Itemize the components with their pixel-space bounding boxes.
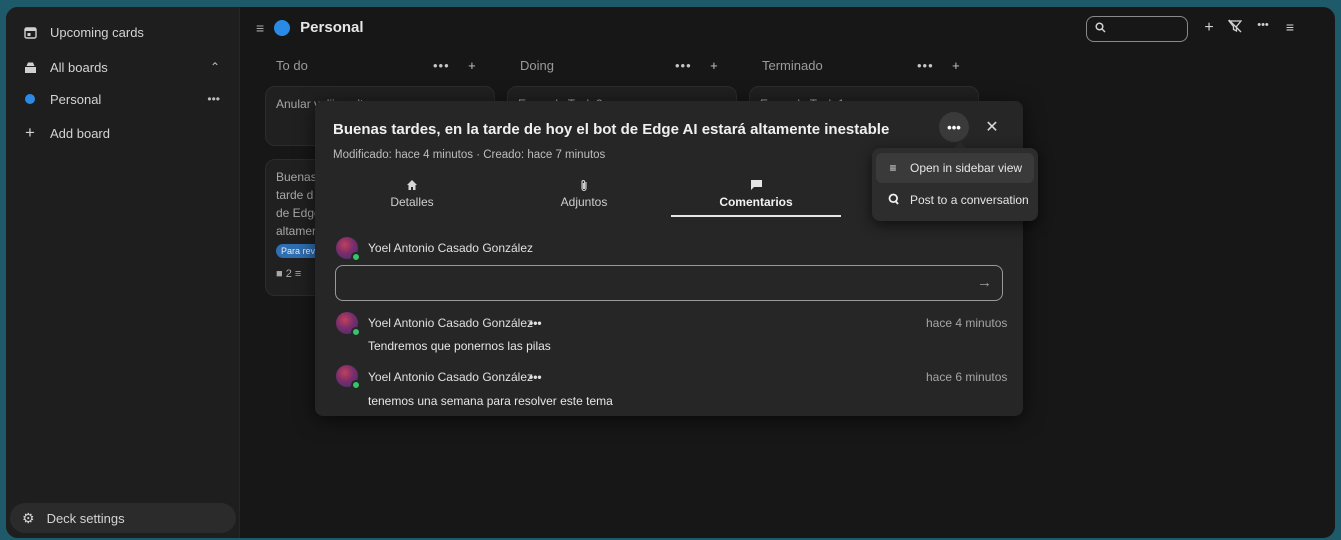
tab-label: Comentarios	[719, 195, 793, 209]
tab-comentarios[interactable]: Comentarios	[671, 175, 841, 217]
modal-subtitle: Modificado: hace 4 minutos · Creado: hac…	[333, 149, 606, 161]
send-arrow-icon[interactable]: →	[977, 274, 992, 291]
sidebar-item-label: Add board	[50, 125, 110, 141]
sidebar-item-label: All boards	[50, 59, 108, 75]
column-title[interactable]: Doing	[520, 58, 554, 73]
sidebar-item-personal[interactable]: Personal •••	[12, 84, 234, 114]
comment-more-icon[interactable]: •••	[529, 316, 542, 330]
paperclip-icon	[499, 175, 669, 195]
comment-time: hace 6 minutos	[926, 370, 1008, 384]
gear-icon: ⚙	[22, 509, 35, 526]
chevron-up-icon[interactable]: ⌃	[210, 60, 220, 74]
comment-input[interactable]	[336, 266, 966, 300]
board-more-icon[interactable]: •••	[1253, 19, 1273, 31]
modal-more-button[interactable]: •••	[939, 112, 969, 142]
comment-time: hace 4 minutos	[926, 316, 1008, 330]
menu-item-label: Post to a conversation	[910, 193, 1029, 207]
sidebar-item-label: Upcoming cards	[50, 24, 144, 40]
description-icon: ≡	[294, 268, 302, 280]
comment-text: tenemos una semana para resolver este te…	[368, 394, 613, 408]
page-title: Personal	[300, 19, 364, 36]
sidebar-view-icon: ≡	[889, 161, 897, 175]
deck-app: Upcoming cards All boards ⌃ Personal •••…	[6, 7, 1335, 538]
tab-label: Adjuntos	[560, 195, 608, 209]
calendar-icon	[22, 24, 38, 40]
deck-settings-label: Deck settings	[46, 510, 125, 526]
sidebar-item-all-boards[interactable]: All boards ⌃	[12, 52, 234, 82]
close-icon[interactable]: ✕	[977, 112, 1007, 142]
status-online-icon	[351, 327, 361, 337]
avatar[interactable]	[336, 237, 361, 262]
status-online-icon	[351, 380, 361, 390]
sidebar-item-upcoming[interactable]: Upcoming cards	[12, 17, 234, 47]
column-actions[interactable]: ••• +	[917, 58, 961, 73]
board-header: ≡ Personal	[256, 19, 364, 36]
deck-settings-button[interactable]: ⚙ Deck settings	[10, 503, 236, 533]
board-details-icon[interactable]: ≡	[1280, 19, 1300, 35]
comment-count: 2	[285, 268, 292, 280]
add-list-button[interactable]: +	[1199, 19, 1219, 37]
search-input[interactable]	[1086, 16, 1188, 42]
search-icon	[1095, 22, 1106, 36]
talk-icon	[886, 193, 900, 208]
column-title[interactable]: To do	[276, 58, 308, 73]
current-user-name: Yoel Antonio Casado González	[368, 241, 534, 255]
tab-detalles[interactable]: Detalles	[327, 175, 497, 217]
comment-author: Yoel Antonio Casado González	[368, 370, 534, 384]
board-color-dot-icon	[22, 91, 38, 107]
tab-adjuntos[interactable]: Adjuntos	[499, 175, 669, 217]
avatar[interactable]	[336, 312, 361, 337]
comment-field[interactable]: →	[335, 265, 1003, 301]
comment-more-icon[interactable]: •••	[529, 370, 542, 384]
column-title[interactable]: Terminado	[762, 58, 823, 73]
comment-icon: ■	[276, 268, 283, 280]
tab-label: Detalles	[390, 195, 434, 209]
home-icon	[327, 175, 497, 195]
avatar[interactable]	[336, 365, 361, 390]
board-color-icon	[274, 19, 291, 36]
archive-icon	[22, 59, 38, 75]
sidebar-item-add-board[interactable]: + Add board	[12, 118, 234, 148]
sidebar: Upcoming cards All boards ⌃ Personal •••…	[6, 7, 240, 538]
comment-icon	[671, 175, 841, 195]
column-actions[interactable]: ••• +	[675, 58, 719, 73]
menu-item-label: Open in sidebar view	[910, 161, 1023, 175]
plus-icon: +	[25, 123, 35, 142]
column-actions[interactable]: ••• +	[433, 58, 477, 73]
sidebar-toggle-icon[interactable]: ≡	[256, 20, 264, 36]
menu-item-open-sidebar[interactable]: ≡ Open in sidebar view	[876, 153, 1034, 183]
filter-off-icon[interactable]	[1225, 19, 1245, 36]
modal-actions-menu: ≡ Open in sidebar view Post to a convers…	[872, 148, 1038, 221]
menu-item-post-conversation[interactable]: Post to a conversation	[876, 185, 1034, 215]
status-online-icon	[351, 252, 361, 262]
more-icon[interactable]: •••	[207, 92, 220, 106]
sidebar-item-label: Personal	[50, 91, 102, 107]
comment-text: Tendremos que ponernos las pilas	[368, 339, 551, 353]
comment-author: Yoel Antonio Casado González	[368, 316, 534, 330]
modal-title[interactable]: Buenas tardes, en la tarde de hoy el bot…	[333, 121, 889, 138]
